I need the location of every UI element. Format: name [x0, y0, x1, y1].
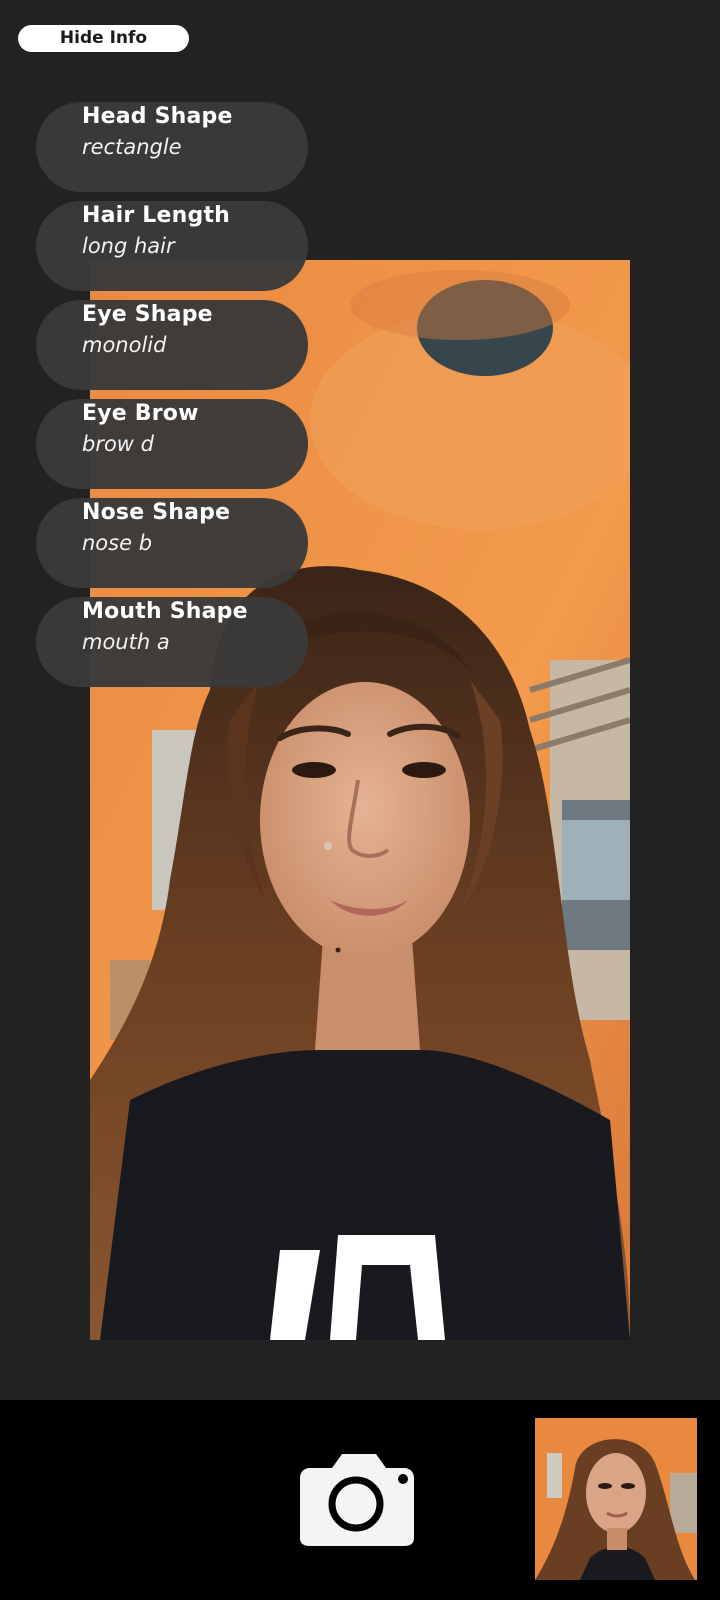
hair-length-card: Hair Length long hair — [36, 201, 308, 291]
nose-shape-title: Nose Shape — [82, 500, 231, 525]
mouth-shape-title: Mouth Shape — [82, 599, 248, 624]
eye-brow-value: brow d — [82, 432, 154, 456]
head-shape-card: Head Shape rectangle — [36, 102, 308, 192]
eye-brow-title: Eye Brow — [82, 401, 199, 426]
mouth-shape-value: mouth a — [82, 630, 170, 654]
head-shape-title: Head Shape — [82, 104, 233, 129]
eye-shape-value: monolid — [82, 333, 167, 357]
eye-shape-card: Eye Shape monolid — [36, 300, 308, 390]
nose-shape-card: Nose Shape nose b — [36, 498, 308, 588]
hair-length-value: long hair — [82, 234, 175, 258]
mouth-shape-card: Mouth Shape mouth a — [36, 597, 308, 687]
camera-controls-bar — [0, 1400, 720, 1600]
hide-info-button[interactable]: Hide Info — [18, 25, 189, 52]
nose-shape-value: nose b — [82, 531, 153, 555]
head-shape-value: rectangle — [82, 135, 182, 159]
hair-length-title: Hair Length — [82, 203, 231, 228]
camera-icon — [300, 1454, 414, 1546]
camera-screen: Hide Info Head Shape rectangle Hair Leng… — [0, 0, 720, 1600]
eye-shape-title: Eye Shape — [82, 302, 213, 327]
last-photo-thumbnail[interactable] — [535, 1418, 697, 1580]
face-attributes-list: Head Shape rectangle Hair Length long ha… — [36, 102, 308, 696]
eye-brow-card: Eye Brow brow d — [36, 399, 308, 489]
thumbnail-image — [535, 1418, 697, 1580]
shutter-button[interactable] — [298, 1454, 418, 1554]
